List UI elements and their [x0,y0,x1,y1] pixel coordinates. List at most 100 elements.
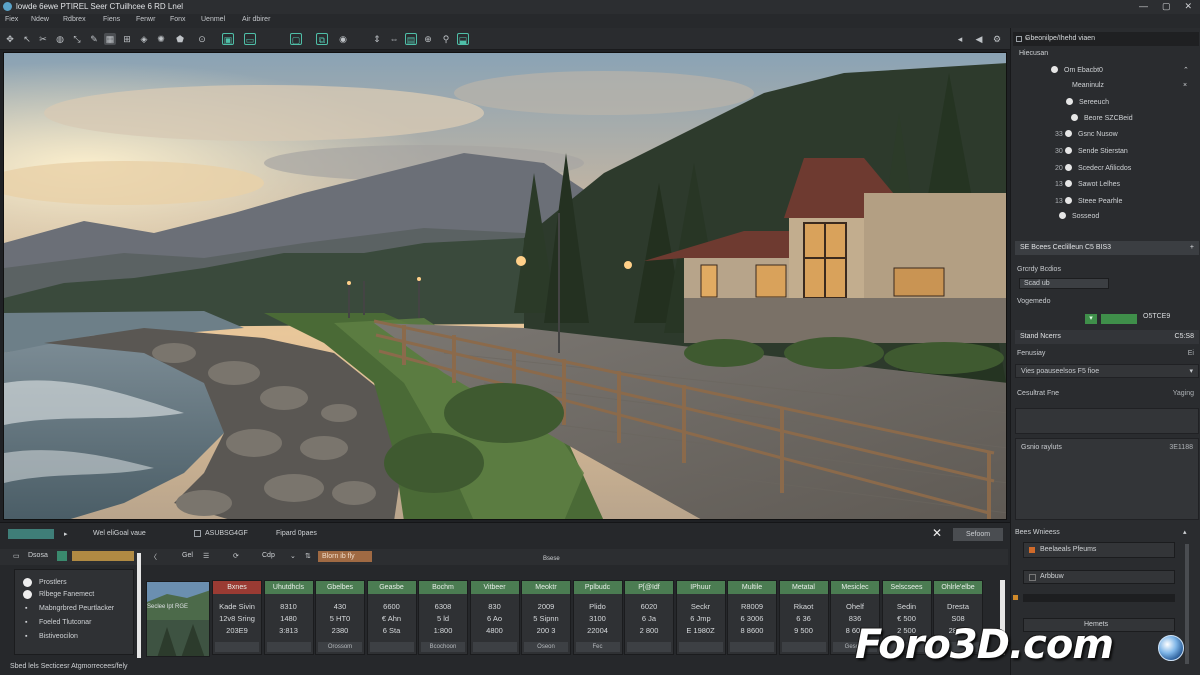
splitter-handle[interactable] [137,553,141,658]
expand-icon[interactable]: ▴ [1183,528,1187,536]
view-icon[interactable]: ◈ [138,33,150,45]
frame-icon[interactable]: ▣ [222,33,234,45]
globe-icon[interactable]: ◉ [337,33,349,45]
column-footer[interactable]: Orossom [318,642,362,652]
table-column[interactable]: Uhutdhcls 8310 1480 3:813 [263,580,314,655]
column-footer[interactable] [215,642,259,652]
column-header[interactable]: IPhuur [676,581,725,594]
audio-icon[interactable]: ◂ [954,33,966,45]
close-icon[interactable]: ✕ [1184,1,1192,12]
minimize-icon[interactable]: — [1139,1,1148,12]
checkbox[interactable] [194,530,201,537]
checkbox[interactable] [1029,574,1036,581]
tree-icon[interactable]: ⊕ [422,33,434,45]
outliner-item[interactable]: 33 Gsnc Nusow [1055,130,1118,138]
filter-icon[interactable] [57,551,67,561]
inspector-row[interactable]: Arbbuw [1023,570,1175,584]
menu-item[interactable]: Rdbrex [63,14,86,23]
refresh-icon[interactable]: ⟳ [233,552,239,560]
visibility-icon[interactable] [1066,98,1073,105]
section-bar[interactable]: Stand Ncerrs C5:S8 [1015,330,1199,344]
column-header[interactable]: Bochm [419,581,467,594]
property-row[interactable]: Fenusiay Ei [1017,350,1194,357]
table-column[interactable]: Gbelbes 430 5 HT0 2380 Orossom [315,580,365,655]
visibility-icon[interactable] [1071,114,1078,121]
property-row[interactable]: Cesultrat Fne Yaging [1017,390,1194,397]
sort-icon[interactable]: ⇅ [305,552,311,560]
properties-header[interactable]: SE Bcees Ceclilleun C5 BIS3 + [1015,241,1199,255]
layout-icon[interactable]: ▭ [13,552,20,560]
outliner-item[interactable]: Sosseod [1059,212,1099,220]
snap-icon[interactable]: ▦ [104,33,116,45]
close-icon[interactable]: ▪ [1025,34,1195,43]
toggle-switch[interactable] [1101,314,1137,324]
render-icon[interactable]: ▭ [244,33,256,45]
column-header[interactable]: Geasbe [367,581,416,594]
panel-checkbox[interactable] [1016,36,1022,42]
column-header[interactable]: Uhutdhcls [264,581,313,594]
visibility-icon[interactable] [1051,66,1058,73]
expand-icon[interactable]: × [1183,82,1187,89]
axis-icon[interactable]: ⇕ [371,33,383,45]
table-column[interactable]: Meoktr 2009 5 Sipnn 200 3 Oseon [521,580,571,655]
menu-item[interactable]: Uenmel [201,14,225,23]
material-icon[interactable]: ⧉ [316,33,328,45]
close-icon[interactable]: ✕ [932,526,942,540]
visibility-icon[interactable] [1059,212,1066,219]
settings-icon[interactable]: ⚙ [991,33,1003,45]
tree-item[interactable]: Bistiveocilon [39,633,78,640]
panel-tab-active[interactable] [8,529,54,539]
rotate-icon[interactable]: ◍ [54,33,66,45]
menu-item[interactable]: Ndew [31,14,49,23]
tree-item[interactable]: Rlbege Fanemect [39,591,94,598]
column-footer[interactable] [781,642,826,652]
column-footer[interactable]: Fec [575,642,620,652]
column-header[interactable]: P[@Idf [625,581,673,594]
column-header[interactable]: Selscsees [882,581,931,594]
column-footer[interactable] [266,642,311,652]
column-footer[interactable] [472,642,517,652]
outliner-item[interactable]: Om Ebacbt0 [1051,66,1103,74]
shape-icon[interactable]: ⬟ [174,33,186,45]
maximize-icon[interactable]: ▢ [1162,1,1171,12]
nav-prev-icon[interactable]: 〈 [150,552,157,562]
outliner-item[interactable]: Sereeuch [1066,98,1109,106]
column-footer[interactable]: Oseon [524,642,568,652]
sub-tab[interactable]: Cdp [262,552,275,559]
column-footer[interactable] [627,642,671,652]
inspector-row[interactable]: Beelaeals Pfeums [1023,542,1175,558]
filter-field[interactable] [72,551,134,561]
3d-viewport[interactable] [3,52,1007,520]
column-footer[interactable] [678,642,723,652]
light-icon[interactable]: ✺ [155,33,167,45]
property-dropdown[interactable]: Vies poauseelsos F5 fioe ▾ [1015,364,1199,378]
menu-item[interactable]: Fonx [170,14,186,23]
visibility-icon[interactable] [1065,130,1072,137]
list-icon[interactable]: ☰ [203,552,209,560]
grid-icon[interactable]: ⊞ [121,33,133,45]
scale-icon[interactable]: ⤡ [71,33,83,45]
table-column[interactable]: P[@Idf 6020 6 Ja 2 800 [624,580,674,655]
property-field[interactable]: Scad ub [1019,278,1109,289]
outliner-item[interactable]: Meaninulz [1072,82,1104,89]
dropdown-icon[interactable]: ▾ [1085,314,1097,324]
visibility-icon[interactable] [1065,147,1072,154]
visibility-icon[interactable] [1065,164,1072,171]
brush-icon[interactable]: ✎ [88,33,100,45]
sub-tab[interactable]: Gel [182,552,193,559]
scrollbar[interactable] [1185,544,1189,664]
column-header[interactable]: Mesiclec [831,581,879,594]
sub-tab[interactable]: Dsosa [28,552,48,559]
visibility-icon[interactable] [1065,180,1072,187]
scroll-up-icon[interactable]: ⌃ [1183,66,1189,74]
layers-icon[interactable]: ▤ [405,33,417,45]
lasso-icon[interactable]: ✂ [37,33,49,45]
column-header[interactable]: Pplbudc [573,581,622,594]
play-icon[interactable]: ▸ [64,530,68,538]
column-header[interactable]: Metatal [779,581,828,594]
tree-item[interactable]: Prostlers [39,579,67,586]
chevron-down-icon[interactable]: ⌄ [290,552,296,560]
column-header[interactable]: Gbelbes [316,581,364,594]
table-column[interactable]: Metatal Rkaot 6 36 9 500 [778,580,829,655]
column-header[interactable]: Vitbeer [470,581,519,594]
